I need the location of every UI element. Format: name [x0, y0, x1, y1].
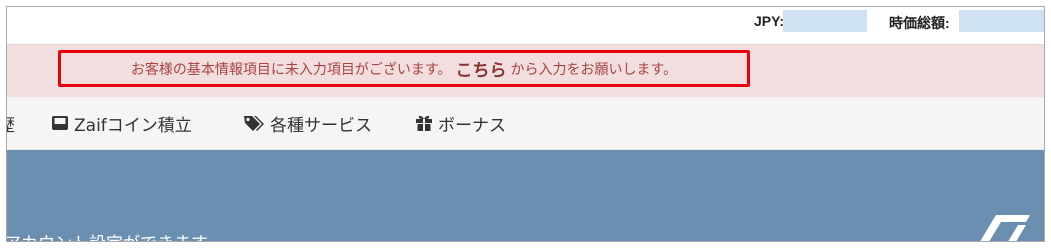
screenshot-frame: JPY: 時価総額: お客様の基本情報項目に未入力項目がございます。 こちら か… [6, 6, 1045, 242]
brand-logo-icon [966, 211, 1036, 241]
nav-item-zaif-coin-tsumitate[interactable]: Zaifコイン積立 [51, 111, 192, 136]
gift-icon [415, 114, 433, 132]
nav-item-services[interactable]: 各種サービス [243, 111, 372, 136]
total-assets-value [959, 10, 1044, 32]
hero-banner: アカウント設定ができます [7, 150, 1044, 241]
tags-icon [243, 114, 265, 132]
inbox-icon [51, 115, 69, 131]
nav-item-bonus[interactable]: ボーナス [415, 111, 506, 136]
notice-text-after: から入力をお願いします。 [510, 61, 678, 78]
jpy-balance-value [783, 10, 867, 32]
total-assets-label: 時価総額: [889, 15, 950, 31]
jpy-label: JPY: [754, 13, 785, 29]
nav-item-label: ボーナス [438, 115, 506, 136]
notice-banner: お客様の基本情報項目に未入力項目がございます。 こちら から入力をお願いします。 [7, 44, 1044, 98]
nav-item-partial-label[interactable]: 歴 [7, 111, 15, 136]
nav-item-label: 各種サービス [270, 115, 372, 136]
nav-item-label: Zaifコイン積立 [74, 115, 192, 136]
notice-highlight-box: お客様の基本情報項目に未入力項目がございます。 こちら から入力をお願いします。 [58, 50, 750, 87]
nav-bar: 歴 Zaifコイン積立 各種サービス [7, 97, 1044, 150]
top-bar: JPY: 時価総額: [7, 7, 1044, 43]
notice-link[interactable]: こちら [456, 56, 507, 81]
notice-text-before: お客様の基本情報項目に未入力項目がございます。 [130, 61, 452, 78]
hero-text: アカウント設定ができます [7, 229, 208, 241]
